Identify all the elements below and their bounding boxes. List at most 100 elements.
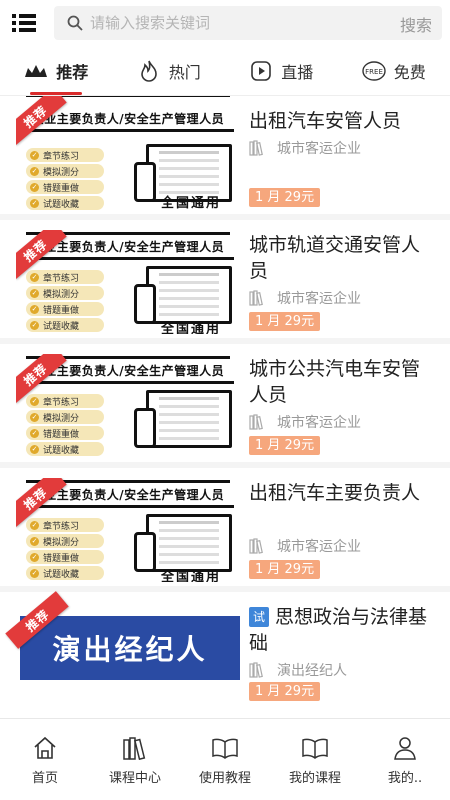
feature-label: 模拟测分: [43, 167, 80, 178]
books-icon: [249, 290, 263, 306]
open-book-icon: [301, 735, 329, 761]
feature-chip: ✓ 模拟测分: [26, 286, 104, 300]
svg-text:FREE: FREE: [365, 68, 383, 76]
feature-chip: ✓ 章节练习: [26, 148, 104, 162]
feature-label: 错题重做: [43, 553, 80, 564]
tab-recommend[interactable]: 推荐: [0, 46, 113, 95]
nav-tutorial[interactable]: 使用教程: [180, 719, 270, 800]
course-meta: 演出经纪人: [249, 660, 435, 680]
feature-label: 错题重做: [43, 305, 80, 316]
course-card[interactable]: 企业主要负责人/安全生产管理人员 ✓ 章节练习 ✓ 模拟测分 ✓ 错题重做 ✓ 试题收藏…: [0, 96, 450, 214]
tab-live[interactable]: 直播: [225, 46, 338, 95]
user-icon: [391, 735, 419, 761]
price-tag: 1 月 29元: [249, 436, 321, 455]
course-title-text: 思想政治与法律基础: [249, 606, 428, 654]
feature-chip: ✓ 试题收藏: [26, 442, 104, 456]
feature-label: 错题重做: [43, 429, 80, 440]
nav-label: 使用教程: [198, 771, 251, 786]
price-tag: 1 月 29元: [249, 682, 321, 701]
price-tag: 1 月 29元: [249, 312, 321, 331]
search-button[interactable]: 搜索: [400, 12, 432, 36]
feature-label: 章节练习: [43, 151, 80, 162]
course-title: 城市轨道交通安管人员: [249, 234, 421, 282]
tab-label: 免费: [393, 62, 426, 82]
nav-label: 课程中心: [108, 771, 161, 786]
course-meta: 城市客运企业: [249, 412, 435, 432]
feature-chip: ✓ 错题重做: [26, 302, 104, 316]
feature-label: 章节练习: [43, 273, 80, 284]
feature-chip: ✓ 错题重做: [26, 180, 104, 194]
course-title: 城市公共汽电车安管人员: [249, 358, 421, 406]
course-title: 试思想政治与法律基础: [249, 604, 435, 656]
thumbnail-footer: 全国通用: [160, 322, 221, 334]
search-box[interactable]: 搜索: [54, 6, 442, 40]
feature-chip: ✓ 模拟测分: [26, 534, 104, 548]
feature-label: 错题重做: [43, 183, 80, 194]
course-category: 城市客运企业: [277, 415, 361, 431]
magnifier-icon: [66, 14, 84, 32]
feature-label: 章节练习: [43, 397, 80, 408]
course-category: 城市客运企业: [277, 539, 361, 555]
crown-icon: [24, 59, 48, 83]
flame-icon: [137, 59, 161, 83]
search-input[interactable]: [90, 14, 380, 32]
nav-label: 我的课程: [288, 771, 341, 786]
feature-label: 试题收藏: [43, 199, 80, 210]
tab-label: 直播: [281, 62, 314, 82]
nav-my-courses[interactable]: 我的课程: [270, 719, 360, 800]
course-thumbnail: 企业主要负责人/安全生产管理人员 ✓ 章节练习 ✓ 模拟测分 ✓ 错题重做 ✓ 试题收藏…: [16, 230, 240, 334]
feature-chip: ✓ 试题收藏: [26, 196, 104, 210]
feature-label: 章节练习: [43, 521, 80, 532]
course-card[interactable]: 企业主要负责人/安全生产管理人员 ✓ 章节练习 ✓ 模拟测分 ✓ 错题重做 ✓ 试题收藏…: [0, 344, 450, 462]
open-book-icon: [211, 735, 239, 761]
course-banner: 演出经纪人: [20, 616, 240, 680]
free-icon: FREE: [362, 59, 386, 83]
top-bar: 搜索: [0, 0, 450, 46]
course-card[interactable]: 企业主要负责人/安全生产管理人员 ✓ 章节练习 ✓ 模拟测分 ✓ 错题重做 ✓ 试题收藏…: [0, 468, 450, 586]
menu-button[interactable]: [0, 0, 48, 46]
books-icon: [121, 735, 149, 761]
price-tag: 1 月 29元: [249, 188, 321, 207]
nav-mine[interactable]: 我的..: [360, 719, 450, 800]
feature-chip: ✓ 章节练习: [26, 518, 104, 532]
tab-label: 热门: [168, 62, 201, 82]
course-category: 演出经纪人: [277, 663, 347, 679]
nav-label: 我的..: [387, 771, 423, 786]
category-tabs: 推荐 热门 直播 FREE 免费: [0, 46, 450, 96]
feature-chip: ✓ 错题重做: [26, 550, 104, 564]
feature-label: 模拟测分: [43, 537, 80, 548]
course-thumbnail: 企业主要负责人/安全生产管理人员 ✓ 章节练习 ✓ 模拟测分 ✓ 错题重做 ✓ 试题收藏…: [16, 96, 240, 210]
course-thumbnail: 企业主要负责人/安全生产管理人员 ✓ 章节练习 ✓ 模拟测分 ✓ 错题重做 ✓ 试题收藏…: [16, 478, 240, 582]
nav-label: 首页: [31, 771, 58, 786]
monitor-illustration: [146, 266, 232, 324]
thumbnail-footer: 全国通用: [160, 196, 221, 210]
price-tag: 1 月 29元: [249, 560, 321, 579]
feature-chip: ✓ 章节练习: [26, 394, 104, 408]
nav-course-center[interactable]: 课程中心: [90, 719, 180, 800]
tab-hot[interactable]: 热门: [113, 46, 226, 95]
nav-home[interactable]: 首页: [0, 719, 90, 800]
course-meta: 城市客运企业: [249, 536, 435, 556]
tab-free[interactable]: FREE 免费: [338, 46, 450, 95]
feature-chip: ✓ 错题重做: [26, 426, 104, 440]
course-list: 企业主要负责人/安全生产管理人员 ✓ 章节练习 ✓ 模拟测分 ✓ 错题重做 ✓ 试题收藏…: [0, 96, 450, 718]
feature-chip: ✓ 试题收藏: [26, 318, 104, 332]
list-menu-icon: [12, 14, 36, 32]
course-meta: 城市客运企业: [249, 288, 435, 308]
feature-label: 试题收藏: [43, 445, 80, 456]
trial-badge: 试: [249, 607, 269, 627]
books-icon: [249, 414, 263, 430]
play-icon: [249, 59, 273, 83]
course-title: 出租汽车主要负责人: [249, 482, 421, 504]
books-icon: [249, 662, 263, 678]
course-meta: 城市客运企业: [249, 138, 435, 158]
feature-chip: ✓ 模拟测分: [26, 164, 104, 178]
monitor-illustration: [146, 390, 232, 448]
course-title: 出租汽车安管人员: [249, 110, 402, 132]
phone-illustration: [134, 408, 156, 448]
feature-label: 模拟测分: [43, 413, 80, 424]
course-card[interactable]: 演出经纪人 推荐 试思想政治与法律基础 演出经纪人 1 月 29元: [0, 591, 450, 718]
feature-label: 模拟测分: [43, 289, 80, 300]
bottom-nav: 首页 课程中心 使用教程 我的课程 我的..: [0, 718, 450, 800]
books-icon: [249, 140, 263, 156]
